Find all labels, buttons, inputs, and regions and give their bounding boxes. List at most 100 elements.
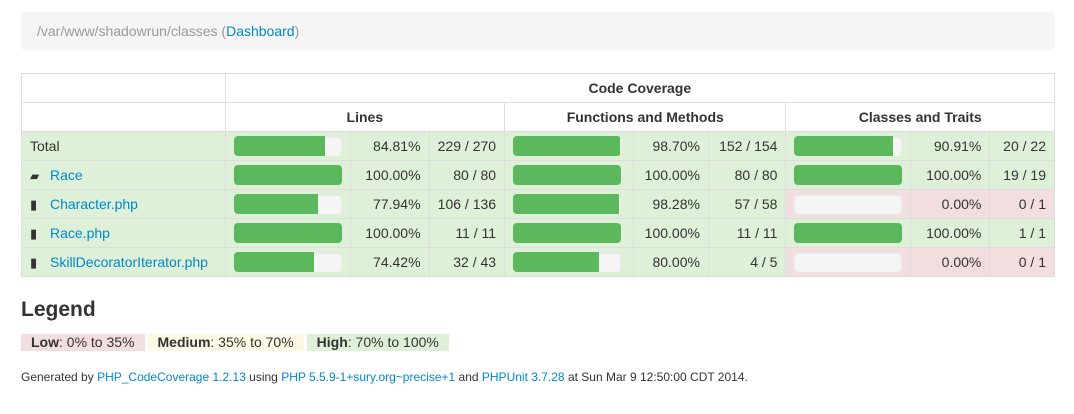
classes-bar-cell — [785, 247, 912, 277]
footer-and: and — [455, 370, 482, 384]
classes-progress-fill — [794, 165, 903, 185]
lines-progress-fill — [233, 136, 326, 156]
classes-percent: 90.91% — [910, 131, 991, 161]
functions-percent: 100.00% — [633, 218, 709, 248]
classes-count: 19 / 19 — [989, 160, 1055, 190]
lines-count: 11 / 11 — [428, 218, 506, 248]
lines-count: 229 / 270 — [428, 131, 506, 161]
classes-progress-bar — [794, 165, 903, 185]
classes-percent: 0.00% — [910, 247, 991, 277]
lines-bar-cell — [224, 131, 351, 161]
classes-progress-bar — [794, 194, 903, 214]
functions-progress-fill — [513, 194, 620, 214]
classes-percent: 100.00% — [910, 160, 991, 190]
file-icon: ▮ — [30, 254, 38, 270]
lines-progress-bar — [233, 165, 342, 185]
functions-bar-cell — [504, 247, 634, 277]
functions-percent: 80.00% — [633, 247, 709, 277]
functions-progress-bar — [513, 223, 622, 243]
footer-suffix: at Sun Mar 9 12:50:00 CDT 2014. — [564, 370, 748, 384]
breadcrumb-open-paren: ( — [217, 23, 227, 39]
breadcrumb: /var/www/shadowrun/classes (Dashboard) — [21, 12, 1055, 50]
folder-open-icon: ▰ — [30, 168, 40, 183]
php-link[interactable]: PHP 5.5.9-1+sury.org~precise+1 — [281, 370, 455, 384]
row-label: Total — [30, 138, 60, 154]
classes-progress-fill — [794, 136, 893, 156]
legend-medium: Medium: 35% to 70% — [147, 334, 304, 351]
functions-progress-bar — [513, 194, 622, 214]
functions-count: 152 / 154 — [707, 131, 787, 161]
breadcrumb-close-paren: ) — [294, 23, 300, 39]
lines-progress-fill — [233, 252, 314, 272]
footer: Generated by PHP_CodeCoverage 1.2.13 usi… — [21, 370, 748, 384]
header-empty-cell — [21, 73, 226, 103]
table-row: ▮ SkillDecoratorIterator.php 74.42% 32 / 43… — [21, 247, 1055, 277]
lines-bar-cell — [224, 189, 351, 219]
legend: Low: 0% to 35% Medium: 35% to 70% High: 70… — [21, 334, 452, 351]
row-link[interactable]: SkillDecoratorIterator.php — [50, 254, 208, 270]
footer-using: using — [245, 370, 282, 384]
table-row: ▮ Race.php 100.00% 11 / 11 100.00% 11 / 11 100… — [21, 218, 1055, 248]
file-icon: ▮ — [30, 225, 38, 241]
classes-header: Classes and Traits — [785, 102, 1055, 132]
functions-header: Functions and Methods — [504, 102, 787, 132]
functions-bar-cell — [504, 218, 634, 248]
row-name-cell: ▰ Race — [21, 160, 226, 190]
classes-count: 0 / 1 — [989, 189, 1055, 219]
lines-progress-bar — [233, 136, 342, 156]
functions-count: 4 / 5 — [707, 247, 787, 277]
classes-count: 1 / 1 — [989, 218, 1055, 248]
breadcrumb-path: /var/www/shadowrun/classes — [37, 23, 218, 39]
phpunit-link[interactable]: PHPUnit 3.7.28 — [482, 370, 565, 384]
lines-count: 80 / 80 — [428, 160, 506, 190]
functions-progress-bar — [513, 136, 622, 156]
classes-bar-cell — [785, 218, 912, 248]
row-link[interactable]: Race.php — [50, 225, 110, 241]
legend-low-label: Low — [31, 334, 59, 350]
footer-prefix: Generated by — [21, 370, 98, 384]
legend-low-range: : 0% to 35% — [59, 334, 135, 350]
classes-progress-bar — [794, 136, 903, 156]
lines-progress-bar — [233, 252, 342, 272]
functions-bar-cell — [504, 189, 634, 219]
lines-percent: 100.00% — [349, 218, 430, 248]
functions-progress-fill — [513, 165, 622, 185]
php-codecoverage-link[interactable]: PHP_CodeCoverage 1.2.13 — [97, 370, 246, 384]
lines-count: 106 / 136 — [428, 189, 506, 219]
classes-progress-fill — [794, 223, 903, 243]
functions-progress-fill — [513, 223, 622, 243]
functions-percent: 98.70% — [633, 131, 709, 161]
table-row: ▰ Race 100.00% 80 / 80 100.00% 80 / 80 100.00%… — [21, 160, 1055, 190]
row-name-cell: ▮ Character.php — [21, 189, 226, 219]
lines-count: 32 / 43 — [428, 247, 506, 277]
functions-percent: 100.00% — [633, 160, 709, 190]
row-link[interactable]: Character.php — [50, 196, 138, 212]
classes-bar-cell — [785, 131, 912, 161]
legend-low: Low: 0% to 35% — [21, 334, 145, 351]
lines-bar-cell — [224, 218, 351, 248]
lines-percent: 74.42% — [349, 247, 430, 277]
row-name-cell: ▮ SkillDecoratorIterator.php — [21, 247, 226, 277]
functions-progress-bar — [513, 165, 622, 185]
coverage-table: Code Coverage Lines Functions and Method… — [21, 73, 1056, 277]
classes-progress-bar — [794, 252, 903, 272]
legend-medium-label: Medium — [157, 334, 211, 350]
row-link[interactable]: Race — [50, 167, 83, 183]
classes-percent: 0.00% — [910, 189, 991, 219]
classes-bar-cell — [785, 189, 912, 219]
classes-count: 0 / 1 — [989, 247, 1055, 277]
functions-progress-bar — [513, 252, 622, 272]
lines-progress-fill — [233, 194, 318, 214]
functions-count: 57 / 58 — [707, 189, 787, 219]
lines-progress-bar — [233, 223, 342, 243]
classes-bar-cell — [785, 160, 912, 190]
row-name-cell: Total — [21, 131, 226, 161]
dashboard-link[interactable]: Dashboard — [226, 23, 295, 39]
lines-percent: 77.94% — [349, 189, 430, 219]
lines-progress-bar — [233, 194, 342, 214]
lines-percent: 84.81% — [349, 131, 430, 161]
functions-progress-fill — [513, 136, 620, 156]
legend-title: Legend — [21, 298, 96, 321]
classes-progress-bar — [794, 223, 903, 243]
lines-progress-fill — [233, 223, 342, 243]
